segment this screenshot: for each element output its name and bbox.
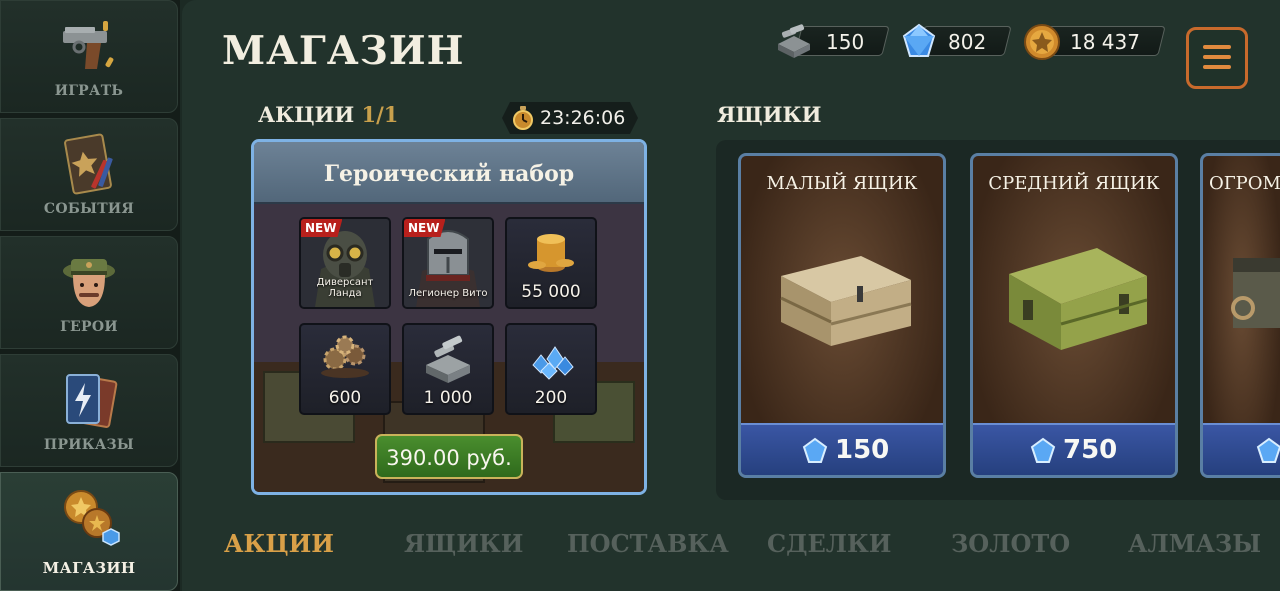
order-cards-icon xyxy=(66,374,118,428)
small-crate-card[interactable]: МАЛЫЙ ЯЩИК 150 xyxy=(738,153,946,478)
bundle-header: Героический набор xyxy=(254,142,644,204)
bundle-item-caption: 55 000 xyxy=(521,282,581,302)
medium-crate-card[interactable]: СРЕДНИЙ ЯЩИК 750 xyxy=(970,153,1178,478)
sidebar: ИГРАТЬ СОБЫТИЯ ГЕРОИ ПРИКАЗЫ МАГАЗИН xyxy=(0,0,180,591)
bundle-item-caption: Легионер Вито xyxy=(408,288,488,299)
crate-price-bar: 150 xyxy=(741,423,943,475)
pistol-icon xyxy=(63,21,114,69)
gems-value: 802 xyxy=(948,30,987,54)
tab-crates[interactable]: ЯЩИКИ xyxy=(404,529,523,558)
bundle-item-cogs[interactable]: 600 xyxy=(299,323,391,415)
bundle-item-supplies[interactable]: 1 000 xyxy=(402,323,494,415)
bundle-item-gems[interactable]: 200 xyxy=(505,323,597,415)
bundle-item-hero-vito[interactable]: NEW Легионер Вито xyxy=(402,217,494,309)
cogs-pile-icon xyxy=(321,335,369,378)
supplies-pile-icon xyxy=(426,335,470,383)
gem-icon xyxy=(1256,437,1280,463)
new-badge: NEW xyxy=(404,219,446,237)
tab-promotions[interactable]: АКЦИИ xyxy=(224,529,334,558)
sidebar-item-label: СОБЫТИЯ xyxy=(43,201,135,217)
gold-coin-icon xyxy=(1024,24,1060,60)
new-badge: NEW xyxy=(301,219,343,237)
bundle-item-caption: 600 xyxy=(328,388,362,408)
page-title: МАГАЗИН xyxy=(222,28,465,74)
timer-value: 23:26:06 xyxy=(540,107,626,129)
bundle-price: 390.00 руб. xyxy=(386,446,512,470)
crate-name: ОГРОМ xyxy=(1209,173,1280,194)
tab-deals[interactable]: СДЕЛКИ xyxy=(767,529,891,558)
promotions-count: 1/1 xyxy=(361,102,399,127)
stopwatch-icon xyxy=(513,106,533,130)
sidebar-item-events[interactable]: СОБЫТИЯ xyxy=(0,118,178,231)
sidebar-item-heroes[interactable]: ГЕРОИ xyxy=(0,236,178,349)
crate-price: 150 xyxy=(835,435,890,465)
gem-icon xyxy=(902,23,936,57)
gold-coins-stack-icon xyxy=(528,234,574,272)
sidebar-item-label: ПРИКАЗЫ xyxy=(43,437,135,453)
bundle-item-caption: 1 000 xyxy=(423,388,473,408)
crate-price: 750 xyxy=(1063,435,1118,465)
bundle-title: Героический набор xyxy=(323,161,575,187)
crate-price-bar xyxy=(1203,423,1280,475)
tab-supply[interactable]: ПОСТАВКА xyxy=(567,529,729,558)
bundle-item-hero-landa[interactable]: NEW Диверсант Ланда xyxy=(299,217,391,309)
sidebar-item-play[interactable]: ИГРАТЬ xyxy=(0,0,178,113)
green-crate-icon xyxy=(1009,248,1148,350)
bundle-item-gold[interactable]: 55 000 xyxy=(505,217,597,309)
sidebar-item-shop[interactable]: МАГАЗИН xyxy=(0,472,178,591)
tab-gems[interactable]: АЛМАЗЫ xyxy=(1128,529,1261,558)
event-card-icon xyxy=(64,133,113,195)
sidebar-item-label: МАГАЗИН xyxy=(42,559,136,577)
officer-head-icon xyxy=(63,259,115,307)
shop-coins-gems-icon xyxy=(64,490,120,546)
menu-icon xyxy=(1203,45,1231,49)
large-crate-icon xyxy=(1231,258,1280,328)
supplies-icon xyxy=(778,24,810,58)
promotions-heading-label: АКЦИИ xyxy=(258,102,355,127)
bundle-item-caption: Диверсант Ланда xyxy=(316,277,374,299)
sidebar-item-label: ГЕРОИ xyxy=(60,319,118,335)
promotions-heading: АКЦИИ 1/1 xyxy=(258,102,398,127)
crate-name: МАЛЫЙ ЯЩИК xyxy=(766,173,918,194)
menu-icon xyxy=(1203,55,1231,59)
supplies-value: 150 xyxy=(826,30,865,54)
gem-icon xyxy=(1030,437,1056,463)
bundle-item-caption: 200 xyxy=(534,388,568,408)
crate-name: СРЕДНИЙ ЯЩИК xyxy=(988,173,1160,194)
tab-gold[interactable]: ЗОЛОТО xyxy=(951,529,1070,558)
crate-price-bar: 750 xyxy=(973,423,1175,475)
sidebar-item-label: ИГРАТЬ xyxy=(54,83,124,99)
wooden-crate-icon xyxy=(780,256,912,346)
sidebar-item-orders[interactable]: ПРИКАЗЫ xyxy=(0,354,178,467)
menu-button[interactable] xyxy=(1186,27,1248,89)
gold-value: 18 437 xyxy=(1070,30,1140,54)
gems-pile-icon xyxy=(532,346,574,380)
huge-crate-card[interactable]: ОГРОМ xyxy=(1200,153,1280,478)
crates-heading: ЯЩИКИ xyxy=(717,102,822,127)
menu-icon xyxy=(1203,65,1231,69)
buy-bundle-button[interactable]: 390.00 руб. xyxy=(375,434,523,479)
gem-icon xyxy=(802,437,828,463)
